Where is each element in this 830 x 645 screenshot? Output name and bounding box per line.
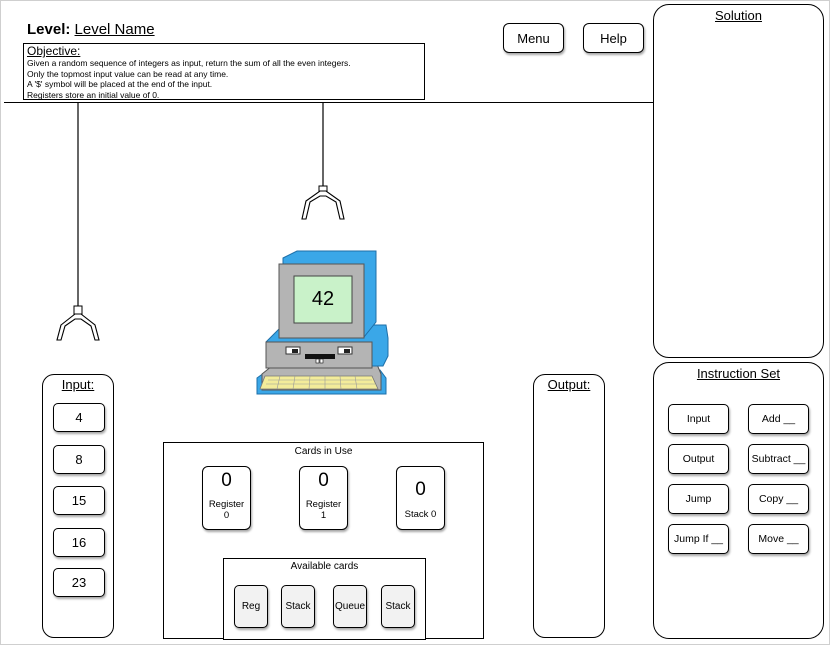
input-value-card[interactable]: 23 bbox=[53, 568, 105, 597]
available-stack-card[interactable]: Stack bbox=[381, 585, 415, 628]
input-panel: Input: 4 8 15 16 23 bbox=[42, 374, 114, 638]
solution-title: Solution bbox=[715, 8, 762, 23]
solution-panel[interactable]: Solution bbox=[653, 4, 824, 358]
input-value-card[interactable]: 4 bbox=[53, 403, 105, 432]
input-title: Input: bbox=[61, 377, 95, 392]
add-instruction-button[interactable]: Add __ bbox=[748, 404, 809, 434]
stack-0-value: 0 bbox=[415, 479, 426, 500]
available-queue-card[interactable]: Queue bbox=[333, 585, 367, 628]
cards-in-use-title: Cards in Use bbox=[294, 446, 353, 457]
computer-screen-value: 42 bbox=[311, 288, 335, 310]
available-reg-card[interactable]: Reg bbox=[234, 585, 268, 628]
input-value-card[interactable]: 8 bbox=[53, 445, 105, 474]
stack-0-card[interactable]: 0 Stack 0 bbox=[396, 466, 445, 530]
register-0-label: Register 0 bbox=[208, 499, 245, 521]
register-1-card[interactable]: 0 Register 1 bbox=[299, 466, 348, 530]
instruction-set-title: Instruction Set bbox=[696, 366, 781, 381]
output-panel[interactable]: Output: bbox=[533, 374, 605, 638]
input-value-card[interactable]: 16 bbox=[53, 528, 105, 557]
move-instruction-button[interactable]: Move __ bbox=[748, 524, 809, 554]
subtract-instruction-button[interactable]: Subtract __ bbox=[748, 444, 809, 474]
jump-instruction-button[interactable]: Jump bbox=[668, 484, 729, 514]
cards-in-use-panel: Cards in Use 0 Register 0 0 Register 1 0… bbox=[163, 442, 484, 640]
center-claw-icon[interactable] bbox=[301, 103, 345, 220]
game-scene bbox=[56, 103, 389, 395]
output-instruction-button[interactable]: Output bbox=[668, 444, 729, 474]
available-stack-card[interactable]: Stack bbox=[281, 585, 315, 628]
available-cards-title: Available cards bbox=[290, 561, 359, 572]
register-0-value: 0 bbox=[221, 470, 232, 491]
jump-if-instruction-button[interactable]: Jump If __ bbox=[668, 524, 729, 554]
left-claw-icon[interactable] bbox=[56, 103, 100, 341]
copy-instruction-button[interactable]: Copy __ bbox=[748, 484, 809, 514]
input-value-card[interactable]: 15 bbox=[53, 486, 105, 515]
output-title: Output: bbox=[547, 377, 591, 392]
instruction-set-panel: Instruction Set Input Add __ Output Subt… bbox=[653, 362, 824, 639]
register-0-card[interactable]: 0 Register 0 bbox=[202, 466, 251, 530]
input-instruction-button[interactable]: Input bbox=[668, 404, 729, 434]
stack-0-label: Stack 0 bbox=[404, 509, 437, 520]
register-1-value: 0 bbox=[318, 470, 329, 491]
available-cards-panel: Available cards Reg Stack Queue Stack bbox=[223, 558, 426, 640]
register-1-label: Register 1 bbox=[305, 499, 342, 521]
